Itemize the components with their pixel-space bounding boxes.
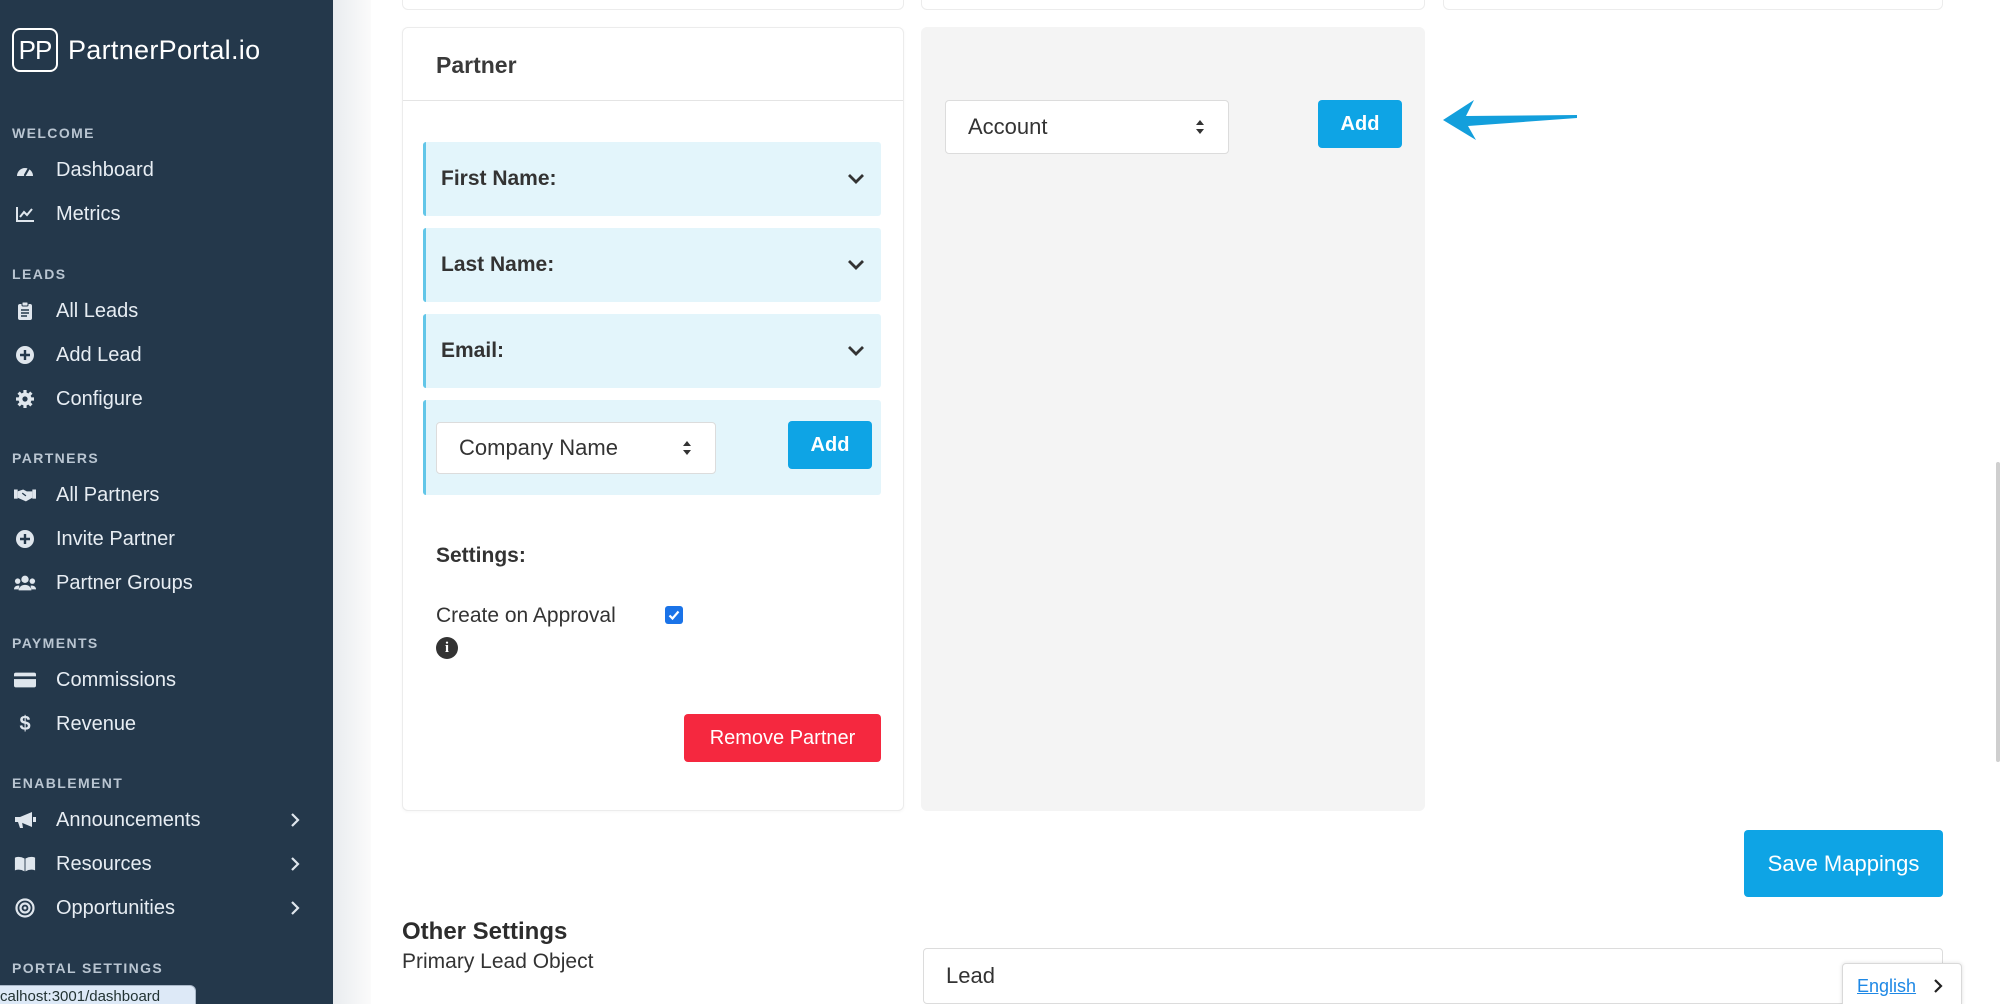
sidebar-item-metrics[interactable]: Metrics <box>0 194 333 234</box>
card-top-fragment <box>1443 0 1943 10</box>
sidebar-item-label: Add Lead <box>56 343 142 366</box>
sidebar-section-partners: PARTNERS <box>12 450 100 466</box>
language-switcher[interactable]: English <box>1842 963 1962 1004</box>
sidebar-item-configure[interactable]: Configure <box>0 379 333 419</box>
annotation-arrow-icon <box>1443 100 1577 140</box>
users-icon <box>14 572 36 594</box>
select-value: Account <box>968 114 1048 139</box>
account-mapping-panel: Account Add <box>921 27 1425 811</box>
sidebar-item-label: Metrics <box>56 202 121 225</box>
chevron-down-icon <box>848 260 864 270</box>
sidebar-item-opportunities[interactable]: Opportunities <box>0 888 333 928</box>
sidebar-item-resources[interactable]: Resources <box>0 844 333 884</box>
chevron-down-icon <box>848 174 864 184</box>
settings-title: Settings: <box>436 544 526 567</box>
book-icon <box>14 853 36 875</box>
sidebar-item-invite-partner[interactable]: Invite Partner <box>0 519 333 559</box>
sidebar-section-enablement: ENABLEMENT <box>12 775 124 791</box>
card-top-fragment <box>402 0 904 10</box>
field-label: First Name: <box>441 167 557 190</box>
sidebar-item-label: Dashboard <box>56 158 154 181</box>
field-label: Email: <box>441 339 505 362</box>
select-arrows-icon <box>1196 120 1204 134</box>
field-label: Last Name: <box>441 253 555 276</box>
remove-partner-button[interactable]: Remove Partner <box>684 714 881 762</box>
sidebar-item-label: All Partners <box>56 483 160 506</box>
sidebar: PP PartnerPortal.io WELCOME Dashboard Me… <box>0 0 333 1004</box>
gauge-icon <box>14 159 36 181</box>
sidebar-item-commissions[interactable]: Commissions <box>0 660 333 700</box>
checkmark-icon <box>668 610 680 621</box>
select-value: Company Name <box>459 435 618 460</box>
save-mappings-button[interactable]: Save Mappings <box>1744 830 1943 897</box>
handshake-icon <box>14 484 36 506</box>
sidebar-item-revenue[interactable]: $ Revenue <box>0 704 333 744</box>
chevron-right-icon <box>1934 979 1943 993</box>
sidebar-item-all-leads[interactable]: All Leads <box>0 291 333 331</box>
megaphone-icon <box>14 809 36 831</box>
add-field-button[interactable]: Add <box>788 421 872 469</box>
create-on-approval-checkbox[interactable] <box>665 606 683 624</box>
gear-icon <box>14 388 36 410</box>
chart-line-icon <box>14 203 36 225</box>
field-select[interactable]: Company Name <box>436 422 716 474</box>
status-url-tooltip: calhost:3001/dashboard <box>0 985 196 1004</box>
primary-lead-object-label: Primary Lead Object <box>402 950 594 973</box>
target-icon <box>14 897 36 919</box>
scrollbar-thumb[interactable] <box>1996 462 2000 762</box>
dollar-icon: $ <box>19 712 31 735</box>
content-gutter <box>333 0 371 1004</box>
primary-lead-object-input[interactable]: Lead <box>923 948 1943 1004</box>
sidebar-item-dashboard[interactable]: Dashboard <box>0 150 333 190</box>
sidebar-item-label: All Leads <box>56 299 139 322</box>
sidebar-item-announcements[interactable]: Announcements <box>0 800 333 840</box>
create-on-approval-label: Create on Approval <box>436 604 616 627</box>
chevron-down-icon <box>848 346 864 356</box>
sidebar-section-welcome: WELCOME <box>12 125 95 141</box>
brand-logo[interactable]: PP PartnerPortal.io <box>12 28 260 72</box>
object-select[interactable]: Account <box>945 100 1229 154</box>
sidebar-item-add-lead[interactable]: Add Lead <box>0 335 333 375</box>
sidebar-item-label: Commissions <box>56 668 177 691</box>
card-divider <box>403 100 903 101</box>
sidebar-item-label: Resources <box>56 852 152 875</box>
clipboard-icon <box>14 300 36 322</box>
sidebar-item-label: Announcements <box>56 808 201 831</box>
sidebar-section-portal-settings: PORTAL SETTINGS <box>12 960 164 976</box>
chevron-right-icon <box>291 813 300 827</box>
sidebar-section-leads: LEADS <box>12 266 67 282</box>
partner-mapping-card: Partner First Name: Last Name: Email: Co… <box>402 27 904 811</box>
field-row-first-name[interactable]: First Name: <box>423 142 881 216</box>
sidebar-item-label: Revenue <box>56 712 137 735</box>
sidebar-section-payments: PAYMENTS <box>12 635 99 651</box>
sidebar-item-all-partners[interactable]: All Partners <box>0 475 333 515</box>
sidebar-item-label: Opportunities <box>56 896 175 919</box>
add-field-row: Company Name Add <box>423 400 881 495</box>
plus-circle-icon <box>14 344 36 366</box>
language-link[interactable]: English <box>1857 976 1916 997</box>
plus-circle-icon <box>14 528 36 550</box>
credit-card-icon <box>14 669 36 691</box>
sidebar-item-label: Configure <box>56 387 143 410</box>
other-settings-heading: Other Settings <box>402 918 568 945</box>
chevron-right-icon <box>291 857 300 871</box>
brand-name: PartnerPortal.io <box>68 34 261 65</box>
field-row-last-name[interactable]: Last Name: <box>423 228 881 302</box>
add-object-button[interactable]: Add <box>1318 100 1402 148</box>
sidebar-item-label: Invite Partner <box>56 527 175 550</box>
card-top-fragment <box>921 0 1425 10</box>
input-value: Lead <box>946 963 995 988</box>
sidebar-item-label: Partner Groups <box>56 571 193 594</box>
sidebar-item-partner-groups[interactable]: Partner Groups <box>0 563 333 603</box>
card-title: Partner <box>436 52 517 78</box>
chevron-right-icon <box>291 901 300 915</box>
field-row-email[interactable]: Email: <box>423 314 881 388</box>
select-arrows-icon <box>683 441 691 455</box>
info-icon[interactable]: i <box>436 637 458 659</box>
brand-mark: PP <box>12 28 58 72</box>
